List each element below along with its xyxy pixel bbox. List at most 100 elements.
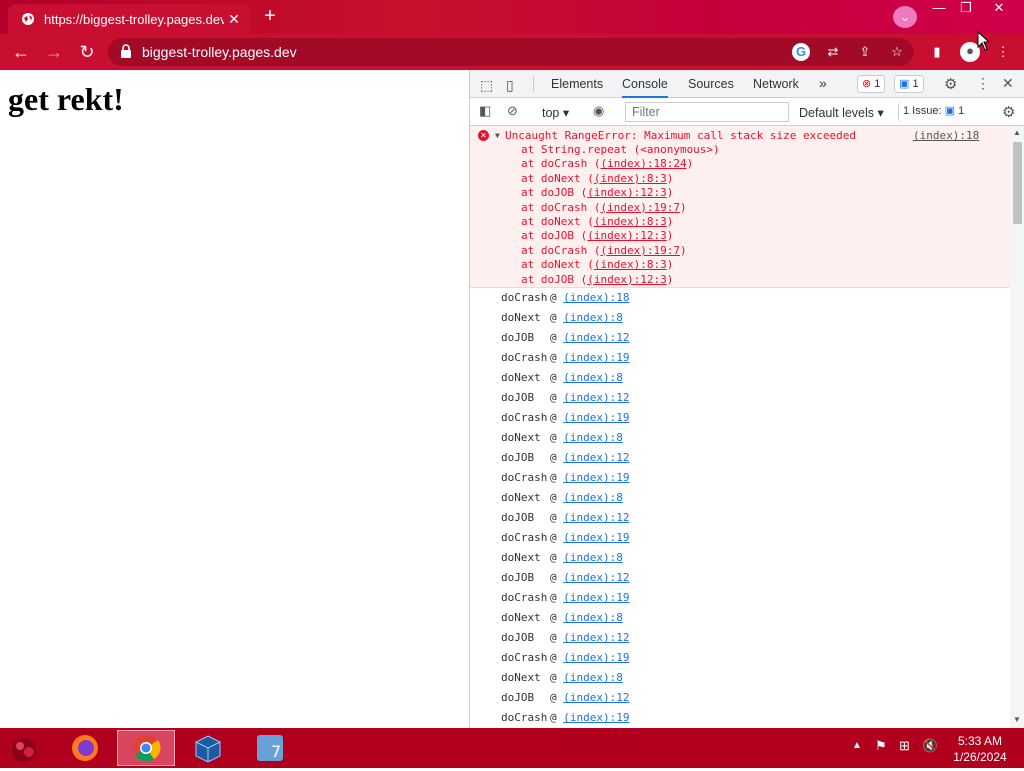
source-link[interactable]: (index):19 bbox=[563, 651, 629, 664]
stack-source-link[interactable]: (index):18:24 bbox=[600, 157, 686, 170]
stack-source-link[interactable]: (index):8:3 bbox=[594, 258, 667, 271]
restore-button[interactable]: ❐ bbox=[952, 0, 980, 18]
source-link[interactable]: (index):19 bbox=[563, 591, 629, 604]
issues-button[interactable]: 1 Issue: ▣ 1 bbox=[898, 102, 969, 122]
source-link[interactable]: (index):12 bbox=[563, 451, 629, 464]
taskbar-clock[interactable]: 5:33 AM 1/26/2024 bbox=[940, 733, 1020, 765]
console-settings-gear-icon[interactable]: ⚙ bbox=[1002, 103, 1015, 121]
forward-button[interactable]: → bbox=[42, 41, 66, 63]
source-link[interactable]: (index):12 bbox=[563, 571, 629, 584]
stack-source-link[interactable]: (index):12:3 bbox=[587, 186, 666, 199]
settings-gear-icon[interactable]: ⚙ bbox=[944, 75, 957, 93]
at-sign: @ bbox=[550, 711, 564, 724]
tab-console[interactable]: Console bbox=[622, 77, 668, 98]
inspect-element-icon[interactable]: ⬚ bbox=[480, 77, 493, 94]
source-link[interactable]: (index):12 bbox=[563, 511, 629, 524]
function-name: doJOB bbox=[501, 691, 535, 704]
stack-source-link[interactable]: (index):12:3 bbox=[587, 273, 666, 286]
close-tab-icon[interactable]: ✕ bbox=[224, 11, 244, 28]
function-name: doJOB bbox=[501, 451, 535, 464]
stack-source-link[interactable]: (index):8:3 bbox=[594, 172, 667, 185]
stack-source-link[interactable]: (index):8:3 bbox=[594, 215, 667, 228]
scroll-down-icon[interactable]: ▼ bbox=[1013, 715, 1021, 724]
close-devtools-icon[interactable]: ✕ bbox=[1002, 75, 1014, 92]
taskbar-chrome[interactable] bbox=[117, 730, 175, 766]
filter-input[interactable]: Filter bbox=[625, 102, 789, 122]
stack-source-link[interactable]: (index):19:7 bbox=[600, 244, 679, 257]
console-scrollbar[interactable]: ▲ ▼ bbox=[1010, 126, 1024, 728]
stack-line: at doNext ((index):8:3) bbox=[521, 172, 673, 185]
tab-sources[interactable]: Sources bbox=[688, 77, 734, 91]
source-link[interactable]: (index):8 bbox=[563, 371, 623, 384]
menu-kebab-icon[interactable]: ⋮ bbox=[994, 43, 1012, 61]
source-link[interactable]: (index):8 bbox=[563, 311, 623, 324]
function-name: doJOB bbox=[501, 511, 535, 524]
sidebar-toggle-icon[interactable]: ◧ bbox=[479, 103, 491, 119]
source-link[interactable]: (index):19 bbox=[563, 711, 629, 724]
tab-elements[interactable]: Elements bbox=[551, 77, 603, 91]
taskbar-win7[interactable]: 7 bbox=[241, 730, 299, 766]
close-window-button[interactable]: ✕ bbox=[985, 0, 1013, 18]
tray-expand-icon[interactable]: ▲ bbox=[852, 740, 862, 751]
source-link[interactable]: (index):8 bbox=[563, 611, 623, 624]
source-link[interactable]: (index):12 bbox=[563, 691, 629, 704]
source-link[interactable]: (index):19 bbox=[563, 351, 629, 364]
divider bbox=[533, 76, 534, 92]
taskbar-firefox[interactable] bbox=[56, 730, 114, 766]
tab-network[interactable]: Network bbox=[753, 77, 799, 91]
more-tabs-button[interactable]: » bbox=[819, 75, 827, 91]
scrollbar-thumb[interactable] bbox=[1013, 142, 1022, 224]
back-button[interactable]: ← bbox=[9, 41, 33, 63]
side-panel-icon[interactable]: ▮ bbox=[928, 43, 946, 61]
stack-line: at doCrash ((index):19:7) bbox=[521, 201, 687, 214]
expand-triangle-icon[interactable]: ▼ bbox=[495, 131, 500, 140]
devtools-menu-icon[interactable]: ⋮ bbox=[976, 75, 990, 92]
clear-console-icon[interactable]: ⊘ bbox=[507, 103, 518, 119]
stack-tail: ) bbox=[666, 272, 674, 286]
message-count-badge[interactable]: ▣ 1 bbox=[894, 75, 924, 93]
taskbar-virtualbox[interactable] bbox=[179, 730, 237, 766]
source-link[interactable]: (index):19 bbox=[563, 471, 629, 484]
issues-count: 1 bbox=[958, 105, 965, 117]
scroll-up-icon[interactable]: ▲ bbox=[1013, 128, 1021, 137]
console-toolbar: ◧ ⊘ top ▾ ◉ Filter Default levels ▾ 1 Is… bbox=[470, 98, 1024, 126]
bookmark-star-icon[interactable]: ☆ bbox=[888, 43, 906, 61]
source-link[interactable]: (index):12 bbox=[563, 391, 629, 404]
source-link[interactable]: (index):19 bbox=[563, 411, 629, 424]
levels-dropdown[interactable]: Default levels ▾ bbox=[799, 105, 884, 120]
source-link[interactable]: (index):8 bbox=[563, 551, 623, 564]
address-bar[interactable]: biggest-trolley.pages.dev G ⇄ ⇪ ☆ bbox=[108, 38, 914, 66]
minimize-button[interactable]: — bbox=[925, 0, 953, 18]
google-icon[interactable]: G bbox=[792, 43, 810, 61]
tab-search-button[interactable]: ⌄ bbox=[893, 6, 917, 28]
source-link[interactable]: (index):8 bbox=[563, 671, 623, 684]
call-row: doJOB @ (index):12 bbox=[501, 568, 629, 588]
at-sign: @ bbox=[550, 351, 564, 364]
error-count-badge[interactable]: ⊗ 1 bbox=[857, 75, 886, 93]
reload-button[interactable]: ↻ bbox=[75, 41, 99, 63]
at-sign: @ bbox=[550, 291, 564, 304]
live-expression-eye-icon[interactable]: ◉ bbox=[593, 103, 604, 119]
at-sign: @ bbox=[550, 411, 564, 424]
source-link[interactable]: (index):8 bbox=[563, 431, 623, 444]
volume-muted-icon[interactable]: 🔇 bbox=[922, 738, 938, 754]
action-center-flag-icon[interactable]: ⚑ bbox=[875, 738, 887, 754]
source-link[interactable]: (index):12 bbox=[563, 331, 629, 344]
source-link[interactable]: (index):19 bbox=[563, 531, 629, 544]
source-link[interactable]: (index):12 bbox=[563, 631, 629, 644]
stack-source-link[interactable]: (index):19:7 bbox=[600, 201, 679, 214]
network-icon[interactable]: ⊞ bbox=[899, 738, 910, 754]
call-row: doCrash @ (index):19 bbox=[501, 408, 629, 428]
browser-tab[interactable]: https://biggest-trolley.pages.dev ✕ bbox=[8, 4, 250, 34]
new-tab-button[interactable]: + bbox=[258, 6, 282, 28]
device-toolbar-icon[interactable]: ▯ bbox=[506, 77, 514, 94]
source-link[interactable]: (index):8 bbox=[563, 491, 623, 504]
context-selector[interactable]: top ▾ bbox=[542, 105, 569, 120]
start-button[interactable] bbox=[2, 730, 50, 766]
error-source-link[interactable]: (index):18 bbox=[913, 129, 979, 142]
at-sign: @ bbox=[550, 571, 564, 584]
translate-icon[interactable]: ⇄ bbox=[824, 43, 842, 61]
share-icon[interactable]: ⇪ bbox=[856, 43, 874, 61]
source-link[interactable]: (index):18 bbox=[563, 291, 629, 304]
stack-source-link[interactable]: (index):12:3 bbox=[587, 229, 666, 242]
